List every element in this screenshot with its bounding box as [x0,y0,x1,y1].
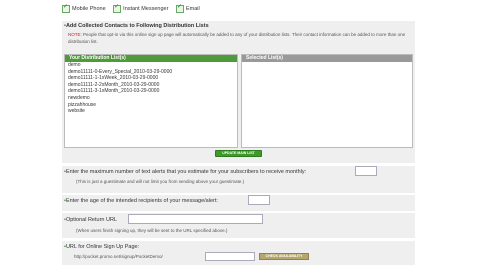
monthly-alerts-input[interactable] [355,166,377,176]
signup-url-input[interactable] [205,252,255,261]
available-lists-title: Your Distribution List(s) [65,55,237,62]
distribution-list-item[interactable]: demo [65,62,237,69]
available-lists: demo demo11111-0-Every_Special_2010-03-29… [65,62,237,115]
distribution-list-item[interactable]: website [65,108,237,115]
return-url-label: •Optional Return URL [64,217,117,223]
distribution-heading: •Add Collected Contacts to Following Dis… [64,23,209,29]
contact-method-row: Mobile Phone Instant Messenger Email [62,4,206,13]
note-prefix: NOTE: [68,32,82,37]
signup-url-prefix: http://pocket.promo.net/signup/PocketDem… [74,254,163,259]
check-availability-button[interactable]: CHECK AVAILABILITY [259,253,309,260]
monthly-alerts-label: •Enter the maximum number of text alerts… [64,169,307,175]
signup-url-label: •URL for Online Sign Up Page: [64,244,140,250]
update-main-list-button[interactable]: UPDATE MAIN LIST [215,150,262,157]
distribution-list-item[interactable]: newdemo [65,95,237,102]
distribution-list-item[interactable]: demo11111-3-1xMonth_2010-03-29-0000 [65,88,237,95]
distribution-list-item[interactable]: demo11111-1-1xWeek_2010-03-29-0000 [65,75,237,82]
return-url-hint: (When users finish signing up, they will… [76,228,228,233]
available-lists-box[interactable]: Your Distribution List(s) demo demo11111-… [64,54,238,148]
mobile-phone-checkbox[interactable] [62,4,70,13]
age-input[interactable] [248,195,270,205]
note-text: People that opt-in via this online sign … [68,32,406,44]
age-label: •Enter the age of the intended recipient… [64,198,218,204]
distribution-list-item[interactable]: demo11111-2-2xMonth_2010-03-29-0000 [65,82,237,89]
mobile-phone-label: Mobile Phone [72,5,106,12]
email-label: Email [185,5,200,12]
selected-lists-title: Selected List(s) [242,55,412,62]
distribution-note: NOTE: People that opt-in via this online… [68,31,413,45]
selected-lists-box[interactable]: Selected List(s) [241,54,413,148]
email-checkbox[interactable] [175,4,184,13]
return-url-input[interactable] [128,214,263,224]
instant-messenger-label: Instant Messenger [123,5,169,12]
monthly-alerts-hint: (This is just a guestimate and will not … [76,179,245,184]
distribution-list-item[interactable]: pizzahhouse [65,102,237,109]
instant-messenger-checkbox[interactable] [113,4,122,13]
distribution-list-item[interactable]: demo11111-0-Every_Special_2010-03-29-000… [65,69,237,76]
